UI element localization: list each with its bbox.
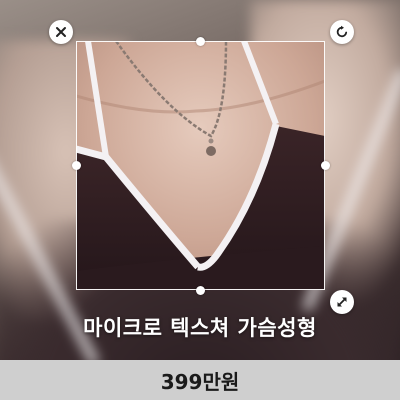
price-bar: 399만원 [0, 360, 400, 400]
resize-handle-left[interactable] [72, 161, 81, 170]
product-photo-illustration [76, 41, 325, 290]
resize-handle-right[interactable] [321, 161, 330, 170]
close-icon [56, 27, 66, 37]
product-price: 399만원 [160, 369, 240, 394]
banner-canvas: 마이크로 텍스쳐 가슴성형 399만원 [0, 0, 400, 400]
product-photo[interactable] [76, 41, 325, 290]
resize-icon [337, 297, 347, 307]
resize-handle-top[interactable] [196, 37, 205, 46]
product-title: 마이크로 텍스쳐 가슴성형 [83, 316, 317, 340]
close-button[interactable] [49, 20, 73, 44]
rotate-button[interactable] [330, 20, 354, 44]
resize-handle-bottom[interactable] [196, 286, 205, 295]
rotate-icon [336, 25, 348, 38]
resize-button[interactable] [330, 290, 354, 314]
